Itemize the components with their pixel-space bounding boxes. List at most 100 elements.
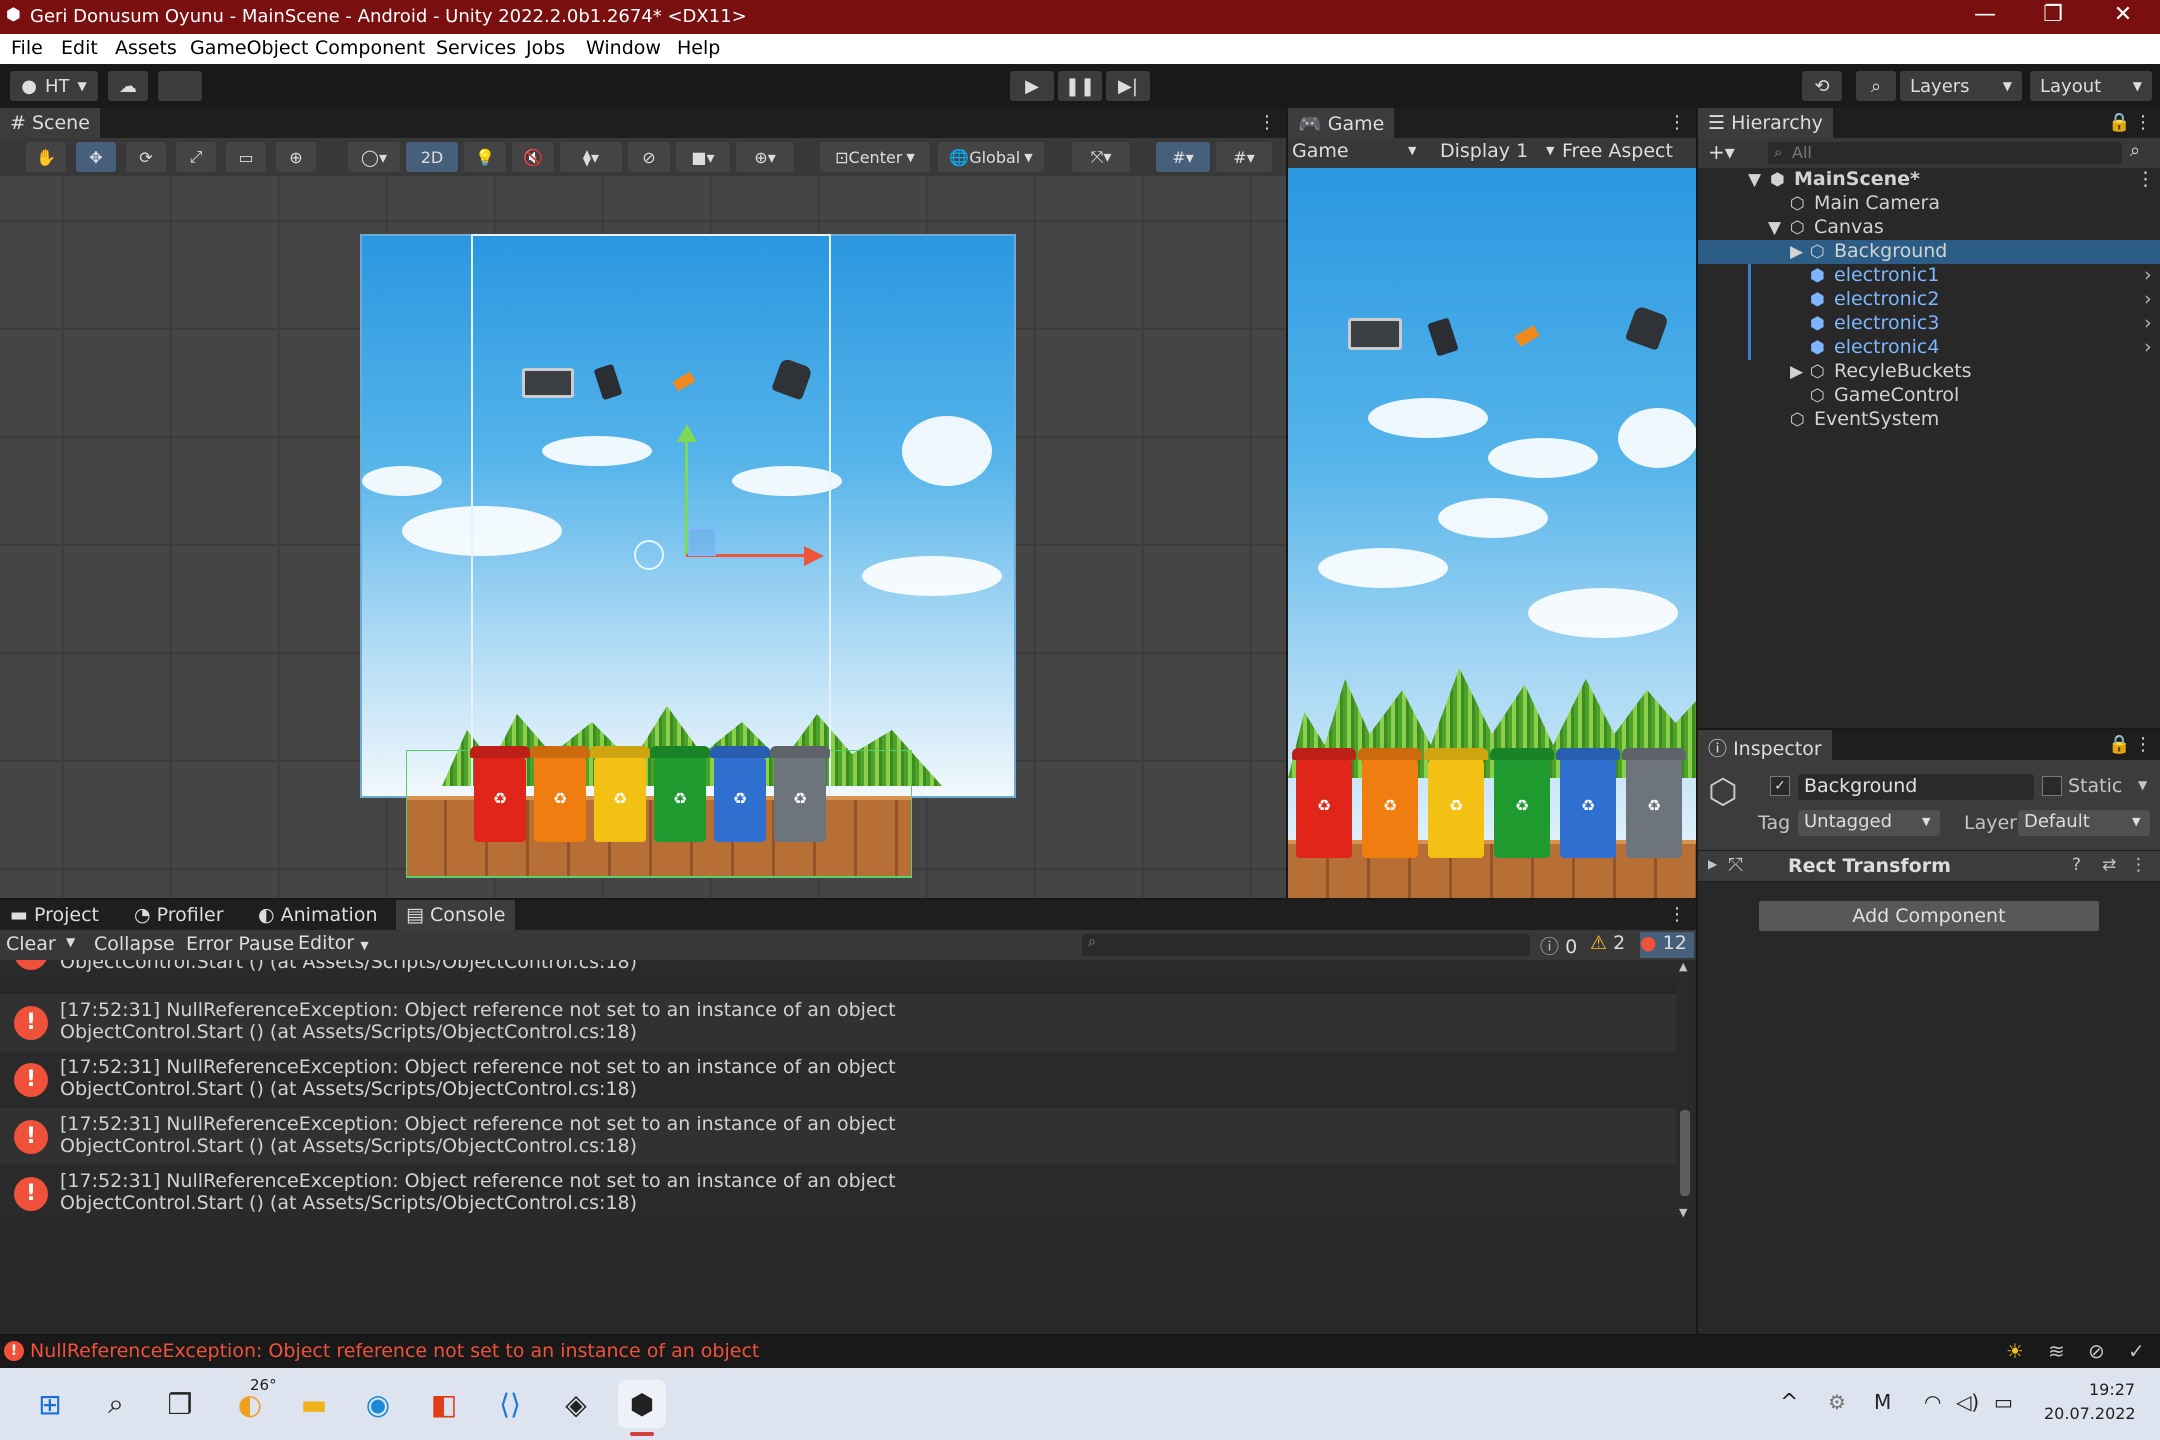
auto-generate-icon[interactable]: ⊘ bbox=[2088, 1339, 2105, 1363]
camera-button[interactable]: ■▾ bbox=[676, 142, 730, 172]
tab-console[interactable]: ▤ Console bbox=[396, 900, 516, 930]
account-dropdown[interactable]: ● HT ▼ bbox=[10, 71, 98, 101]
hierarchy-item-electronic1[interactable]: ⬢ electronic1 › bbox=[1698, 264, 2160, 288]
recycle-bin[interactable]: ♻ bbox=[770, 746, 830, 842]
console-row[interactable]: ! [17:52:31] NullReferenceException: Obj… bbox=[0, 1051, 1676, 1108]
search-button[interactable]: ⌕ bbox=[1856, 71, 1896, 101]
recycle-bin[interactable]: ♻ bbox=[710, 746, 770, 842]
hierarchy-item-electronic4[interactable]: ⬢ electronic4 › bbox=[1698, 336, 2160, 360]
collapse-button[interactable]: Collapse bbox=[94, 933, 175, 955]
clock-time[interactable]: 19:27 bbox=[2089, 1380, 2135, 1399]
wifi-icon[interactable]: ◠ bbox=[1924, 1390, 1941, 1414]
play-button[interactable]: ▶ bbox=[1010, 71, 1054, 101]
recycle-bin[interactable]: ♻ bbox=[650, 746, 710, 842]
log-filter-toggle[interactable]: ⓘ 0 bbox=[1540, 932, 1584, 958]
menu-component[interactable]: Component bbox=[315, 37, 425, 59]
hierarchy-item-gamecontrol[interactable]: ⬡ GameControl bbox=[1698, 384, 2160, 408]
tab-game[interactable]: 🎮 Game bbox=[1288, 108, 1395, 138]
error-filter-toggle[interactable]: ● 12 bbox=[1640, 932, 1694, 958]
laptop-object[interactable] bbox=[522, 368, 574, 398]
increment-snap-button[interactable]: #▾ bbox=[1216, 142, 1272, 172]
space-dropdown[interactable]: 🌐 Global ▼ bbox=[938, 142, 1044, 172]
hierarchy-item-main-camera[interactable]: ⬡ Main Camera bbox=[1698, 192, 2160, 216]
undo-history-button[interactable]: ⟲ bbox=[1802, 71, 1842, 101]
lighting-button[interactable]: 💡 bbox=[464, 142, 506, 172]
menu-window[interactable]: Window bbox=[586, 37, 661, 59]
menu-file[interactable]: File bbox=[11, 37, 43, 59]
hierarchy-item-electronic2[interactable]: ⬢ electronic2 › bbox=[1698, 288, 2160, 312]
aspect-dropdown[interactable]: Free Aspect bbox=[1556, 140, 1696, 166]
kebab-menu-icon[interactable]: ⋮ bbox=[2134, 734, 2152, 755]
hierarchy-item-canvas[interactable]: ▼ ⬡ Canvas bbox=[1698, 216, 2160, 240]
console-row[interactable]: ! [17:52:31] NullReferenceException: Obj… bbox=[0, 1165, 1676, 1222]
scene-visibility-icon[interactable]: ⌕ bbox=[2130, 140, 2140, 161]
recycle-bin[interactable]: ♻ bbox=[530, 746, 590, 842]
recycle-bin[interactable]: ♻ bbox=[470, 746, 530, 842]
start-button[interactable]: ⊞ bbox=[26, 1380, 74, 1428]
menu-assets[interactable]: Assets bbox=[115, 37, 177, 59]
clear-options-dropdown[interactable]: ▼ bbox=[66, 935, 75, 949]
layout-dropdown[interactable]: Layout ▼ bbox=[2030, 71, 2152, 101]
kebab-menu-icon[interactable]: ⋮ bbox=[2136, 168, 2155, 190]
console-row[interactable]: ! ObjectControl.Start () (at Assets/Scri… bbox=[0, 960, 1676, 981]
lock-icon[interactable]: 🔒 bbox=[2108, 734, 2130, 755]
hierarchy-search-input[interactable]: ⌕ All bbox=[1768, 142, 2122, 164]
minimize-button[interactable]: — bbox=[1960, 2, 2010, 27]
clear-button[interactable]: Clear bbox=[6, 933, 56, 955]
rect-transform-header[interactable]: ▶ ⤧ Rect Transform ? ⇄ ⋮ bbox=[1698, 850, 2160, 882]
chevron-right-icon[interactable]: › bbox=[2144, 264, 2152, 286]
active-checkbox[interactable]: ✓ bbox=[1770, 776, 1790, 796]
edge-button[interactable]: ◉ bbox=[354, 1380, 402, 1428]
check-icon[interactable]: ✓ bbox=[2128, 1339, 2145, 1363]
console-row[interactable]: ! [17:52:31] NullReferenceException: Obj… bbox=[0, 994, 1676, 1051]
kebab-menu-icon[interactable]: ⋮ bbox=[2134, 112, 2152, 133]
scale-tool-button[interactable]: ⤢ bbox=[176, 142, 216, 172]
chevron-down-icon[interactable]: ▼ bbox=[2138, 778, 2147, 792]
tab-scene[interactable]: # Scene bbox=[0, 108, 100, 138]
search-button[interactable]: ⌕ bbox=[92, 1380, 140, 1428]
tray-app-icon[interactable]: ⚙ bbox=[1828, 1390, 1846, 1414]
mode-2d-button[interactable]: 2D bbox=[406, 142, 458, 172]
gizmo-y-arrow-icon[interactable] bbox=[677, 424, 697, 442]
console-scrollbar[interactable]: ▲ ▼ bbox=[1676, 960, 1694, 1222]
chevron-right-icon[interactable]: › bbox=[2144, 312, 2152, 334]
hierarchy-item-eventsystem[interactable]: ⬡ EventSystem bbox=[1698, 408, 2160, 432]
hand-tool-button[interactable]: ✋ bbox=[26, 142, 66, 172]
rotate-tool-button[interactable]: ⟳ bbox=[126, 142, 166, 172]
hierarchy-item-electronic3[interactable]: ⬢ electronic3 › bbox=[1698, 312, 2160, 336]
tab-hierarchy[interactable]: ☰ Hierarchy bbox=[1698, 108, 1833, 138]
tag-dropdown[interactable]: Untagged ▼ bbox=[1798, 810, 1940, 836]
display-dropdown[interactable]: Display 1 ▼ bbox=[1434, 140, 1562, 166]
layers-dropdown[interactable]: Layers ▼ bbox=[1900, 71, 2022, 101]
layer-dropdown[interactable]: Default ▼ bbox=[2018, 810, 2150, 836]
cache-server-icon[interactable]: ≋ bbox=[2048, 1339, 2065, 1363]
add-object-button[interactable]: +▾ bbox=[1708, 140, 1735, 164]
tab-project[interactable]: ▬ Project bbox=[0, 900, 109, 930]
unity-editor-button[interactable]: ⬢ bbox=[618, 1380, 666, 1428]
add-component-button[interactable]: Add Component bbox=[1758, 900, 2100, 932]
transform-tool-button[interactable]: ⊕ bbox=[276, 142, 316, 172]
pivot-dropdown[interactable]: ⊡ Center ▼ bbox=[820, 142, 930, 172]
hierarchy-item-recylebuckets[interactable]: ▶ ⬡ RecyleBuckets bbox=[1698, 360, 2160, 384]
chevron-up-icon[interactable]: ^ bbox=[1780, 1390, 1798, 1415]
menu-jobs[interactable]: Jobs bbox=[526, 37, 565, 59]
move-tool-button[interactable]: ✥ bbox=[76, 142, 116, 172]
file-explorer-button[interactable]: ▬ bbox=[290, 1380, 338, 1428]
help-icon[interactable]: ? bbox=[2072, 855, 2081, 875]
scene-viewport[interactable]: ♻ ♻ ♻ ♻ ♻ ♻ bbox=[0, 176, 1286, 898]
rect-tool-button[interactable]: ▭ bbox=[226, 142, 266, 172]
menu-gameobject[interactable]: GameObject bbox=[190, 37, 308, 59]
error-pause-button[interactable]: Error Pause bbox=[186, 933, 294, 955]
status-message[interactable]: NullReferenceException: Object reference… bbox=[30, 1340, 759, 1362]
close-button[interactable]: ✕ bbox=[2098, 2, 2148, 27]
grid-snap-button[interactable]: #▾ bbox=[1156, 142, 1210, 172]
console-row[interactable]: ! [17:52:31] NullReferenceException: Obj… bbox=[0, 1108, 1676, 1165]
chevron-right-icon[interactable]: › bbox=[2144, 288, 2152, 310]
maximize-button[interactable]: ❐ bbox=[2028, 2, 2078, 27]
scroll-down-icon[interactable]: ▼ bbox=[1679, 1206, 1687, 1219]
game-view-dropdown[interactable]: Game ▼ bbox=[1292, 140, 1428, 166]
presets-icon[interactable]: ⇄ bbox=[2102, 855, 2116, 875]
vscode-button[interactable]: ⟨⟩ bbox=[486, 1380, 534, 1428]
scrollbar-thumb[interactable] bbox=[1680, 1110, 1690, 1196]
static-checkbox[interactable] bbox=[2042, 776, 2062, 796]
